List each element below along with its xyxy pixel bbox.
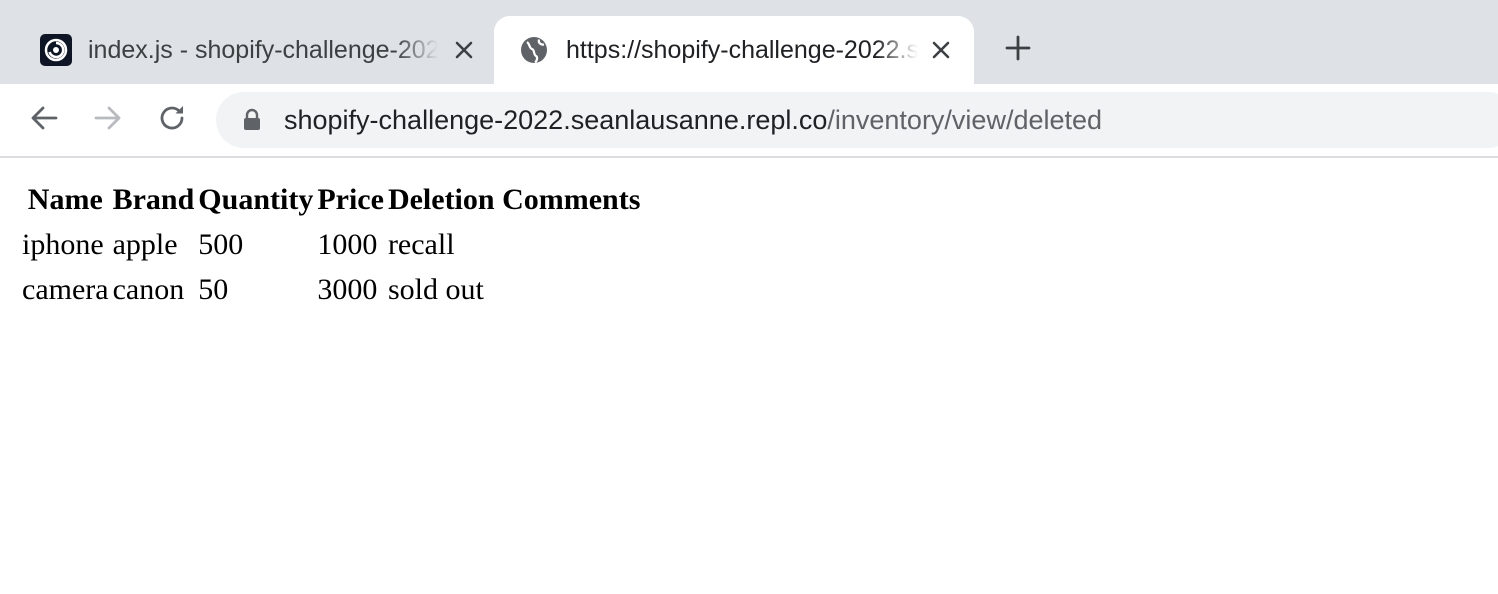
close-icon[interactable] xyxy=(929,38,953,62)
cell-name: camera xyxy=(22,272,109,306)
url-path: /inventory/view/deleted xyxy=(827,104,1103,135)
replit-icon xyxy=(40,34,72,66)
tab-active-page[interactable]: https://shopify-challenge-2022.seanlausa… xyxy=(494,16,974,84)
column-header-brand: Brand xyxy=(112,182,195,216)
close-icon[interactable] xyxy=(452,38,476,62)
cell-quantity: 500 xyxy=(198,227,244,261)
cell-brand: apple xyxy=(112,227,178,261)
column-header-name: Name xyxy=(27,182,103,216)
deleted-inventory-table: Name Brand Quantity Price Deletion Comme… xyxy=(19,176,643,313)
tab-replit[interactable]: index.js - shopify-challenge-2022 - Repl… xyxy=(0,16,494,84)
table-row: iphone apple 500 1000 recall xyxy=(21,223,641,266)
column-header-quantity: Quantity xyxy=(198,182,314,216)
forward-arrow-icon xyxy=(93,103,123,138)
browser-toolbar: shopify-challenge-2022.seanlausanne.repl… xyxy=(0,84,1498,158)
tab-strip: index.js - shopify-challenge-2022 - Repl… xyxy=(0,0,1498,84)
cell-price: 1000 xyxy=(317,227,378,261)
table-row: camera canon 50 3000 sold out xyxy=(21,268,641,311)
new-tab-button[interactable] xyxy=(1000,34,1036,66)
back-button[interactable] xyxy=(24,100,64,140)
forward-button[interactable] xyxy=(88,100,128,140)
page-content: Name Brand Quantity Price Deletion Comme… xyxy=(0,158,1498,594)
cell-name: iphone xyxy=(22,227,104,261)
address-bar[interactable]: shopify-challenge-2022.seanlausanne.repl… xyxy=(216,92,1498,148)
cell-deletion-comments: recall xyxy=(387,227,455,261)
reload-icon xyxy=(157,103,187,138)
url-host: shopify-challenge-2022.seanlausanne.repl… xyxy=(284,104,828,135)
cell-quantity: 50 xyxy=(198,272,229,306)
plus-icon xyxy=(1005,35,1031,66)
cell-brand: canon xyxy=(112,272,185,306)
tab-title: https://shopify-challenge-2022.seanlausa… xyxy=(566,35,918,64)
reload-button[interactable] xyxy=(152,100,192,140)
cell-price: 3000 xyxy=(317,272,378,306)
url-text[interactable]: shopify-challenge-2022.seanlausanne.repl… xyxy=(284,105,1102,136)
back-arrow-icon xyxy=(29,103,59,138)
cell-deletion-comments: sold out xyxy=(387,272,484,306)
table-header-row: Name Brand Quantity Price Deletion Comme… xyxy=(21,178,641,221)
globe-icon xyxy=(518,34,550,66)
tab-title: index.js - shopify-challenge-2022 - Repl… xyxy=(88,35,438,64)
column-header-price: Price xyxy=(317,182,384,216)
column-header-deletion-comments: Deletion Comments xyxy=(387,182,641,216)
lock-icon[interactable] xyxy=(242,108,262,132)
